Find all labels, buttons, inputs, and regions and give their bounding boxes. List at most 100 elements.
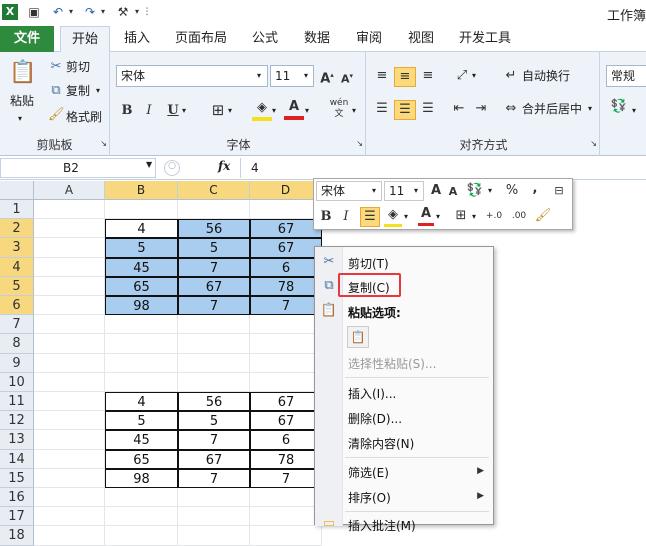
mini-currency-icon[interactable]: 💱: [464, 182, 486, 200]
grid-cell[interactable]: 7: [178, 468, 250, 488]
grid-cell[interactable]: [178, 526, 250, 546]
accounting-format-icon[interactable]: 💱: [608, 98, 630, 116]
grid-cell[interactable]: [34, 238, 105, 258]
mini-center-icon[interactable]: ☰: [360, 207, 380, 227]
menu-item-clear[interactable]: 清除内容(N): [348, 435, 414, 452]
grid-cell[interactable]: 5: [178, 411, 250, 431]
bold-button[interactable]: B: [118, 102, 136, 120]
align-bottom-icon[interactable]: ≡: [418, 67, 438, 85]
mini-decrease-decimal-icon[interactable]: .00: [508, 207, 530, 225]
grid-cell[interactable]: [34, 353, 105, 373]
row-header[interactable]: 7: [0, 315, 34, 335]
tab-developer[interactable]: 开发工具: [452, 26, 518, 52]
row-header[interactable]: 4: [0, 257, 34, 277]
grid-cell[interactable]: 45: [105, 430, 178, 450]
column-header[interactable]: A: [34, 181, 105, 200]
formula-bar-resize-icon[interactable]: ○: [164, 160, 180, 176]
mini-font-color-dropdown-icon[interactable]: ▾: [436, 208, 440, 226]
grid-cell[interactable]: [105, 488, 178, 508]
grid-cell[interactable]: [34, 257, 105, 277]
underline-button[interactable]: U: [164, 102, 182, 120]
font-name-box[interactable]: 宋体: [116, 65, 268, 87]
mini-increase-font-icon[interactable]: A: [428, 182, 444, 200]
mini-fill-color-icon[interactable]: ◈: [384, 206, 402, 227]
grid-cell[interactable]: 65: [105, 276, 178, 296]
tab-file[interactable]: 文件: [0, 26, 54, 52]
mini-format-painter-icon[interactable]: 🖌: [534, 207, 552, 225]
name-box-dropdown-icon[interactable]: ▼: [146, 160, 152, 169]
grid-cell[interactable]: 7: [250, 296, 322, 316]
number-format-box[interactable]: 常规: [606, 65, 646, 87]
grid-cell[interactable]: 67: [178, 276, 250, 296]
font-launcher-icon[interactable]: ↘: [356, 135, 363, 153]
menu-item-paste-special[interactable]: 选择性粘贴(S)...: [348, 355, 436, 372]
row-header[interactable]: 11: [0, 392, 34, 412]
row-header[interactable]: 3: [0, 238, 34, 258]
redo-dropdown-icon[interactable]: ▾: [98, 4, 108, 20]
orientation-dropdown-icon[interactable]: ▾: [472, 67, 476, 85]
tab-insert[interactable]: 插入: [116, 26, 158, 52]
row-header[interactable]: 6: [0, 296, 34, 316]
grid-cell[interactable]: [34, 372, 105, 392]
align-middle-icon[interactable]: ≡: [394, 67, 416, 87]
grid-cell[interactable]: [34, 276, 105, 296]
merge-center-icon[interactable]: ⇔: [502, 100, 520, 118]
format-painter-button[interactable]: 格式刷: [66, 108, 102, 126]
align-right-icon[interactable]: ☰: [418, 100, 438, 118]
row-header[interactable]: 10: [0, 372, 34, 392]
mini-bold-button[interactable]: B: [318, 208, 334, 226]
row-header[interactable]: 1: [0, 200, 34, 220]
copy-dropdown-icon[interactable]: ▾: [96, 82, 100, 100]
grid-cell[interactable]: [34, 411, 105, 431]
grid-cell[interactable]: 78: [250, 449, 322, 469]
orientation-icon[interactable]: ⤢: [452, 67, 472, 85]
row-header[interactable]: 8: [0, 334, 34, 354]
row-header[interactable]: 16: [0, 488, 34, 508]
wrap-text-icon[interactable]: ↵: [502, 67, 520, 85]
row-header[interactable]: 15: [0, 468, 34, 488]
mini-size-dropdown-icon[interactable]: ▾: [414, 182, 418, 200]
mini-comma-button[interactable]: ,: [528, 180, 542, 198]
grid-cell[interactable]: 7: [178, 296, 250, 316]
grid-cell[interactable]: [178, 372, 250, 392]
italic-button[interactable]: I: [140, 102, 158, 120]
mini-borders-dropdown-icon[interactable]: ▾: [472, 208, 476, 226]
tab-home[interactable]: 开始: [60, 26, 110, 53]
row-header[interactable]: 2: [0, 219, 34, 239]
name-box[interactable]: B2: [0, 158, 156, 178]
row-header[interactable]: 17: [0, 507, 34, 527]
insert-function-icon[interactable]: fx: [218, 159, 230, 173]
grid-cell[interactable]: [105, 372, 178, 392]
font-color-icon[interactable]: A: [284, 98, 304, 120]
column-header[interactable]: B: [105, 181, 178, 200]
decrease-font-icon[interactable]: A▾: [338, 67, 356, 89]
grid-cell[interactable]: [105, 200, 178, 220]
grid-cell[interactable]: [105, 334, 178, 354]
phonetic-icon[interactable]: wén 文: [326, 98, 352, 120]
cut-button[interactable]: 剪切: [66, 58, 90, 76]
grid-cell[interactable]: [34, 200, 105, 220]
tools-icon[interactable]: ⚒: [114, 4, 132, 20]
grid-cell[interactable]: [34, 392, 105, 412]
accounting-dropdown-icon[interactable]: ▾: [632, 102, 636, 120]
row-header[interactable]: 14: [0, 449, 34, 469]
menu-item-sort[interactable]: 排序(O): [348, 489, 391, 506]
fill-color-icon[interactable]: ◈: [252, 99, 272, 121]
grid-cell[interactable]: [178, 315, 250, 335]
grid-cell[interactable]: 78: [250, 276, 322, 296]
wrap-text-button[interactable]: 自动换行: [522, 67, 570, 85]
mini-font-color-icon[interactable]: A: [418, 205, 434, 226]
grid-cell[interactable]: 4: [105, 392, 178, 412]
increase-font-icon[interactable]: A▴: [318, 66, 336, 88]
align-center-icon[interactable]: ☰: [394, 100, 416, 120]
merge-dropdown-icon[interactable]: ▾: [588, 100, 592, 118]
paste-option-icon[interactable]: 📋: [347, 326, 369, 348]
decrease-indent-icon[interactable]: ⇤: [450, 100, 468, 118]
grid-cell[interactable]: [34, 334, 105, 354]
paste-dropdown-icon[interactable]: ▾: [18, 110, 22, 128]
grid-cell[interactable]: [34, 468, 105, 488]
grid-cell[interactable]: 67: [250, 238, 322, 258]
grid-cell[interactable]: [250, 315, 322, 335]
grid-cell[interactable]: [178, 507, 250, 527]
tab-formulas[interactable]: 公式: [244, 26, 286, 52]
